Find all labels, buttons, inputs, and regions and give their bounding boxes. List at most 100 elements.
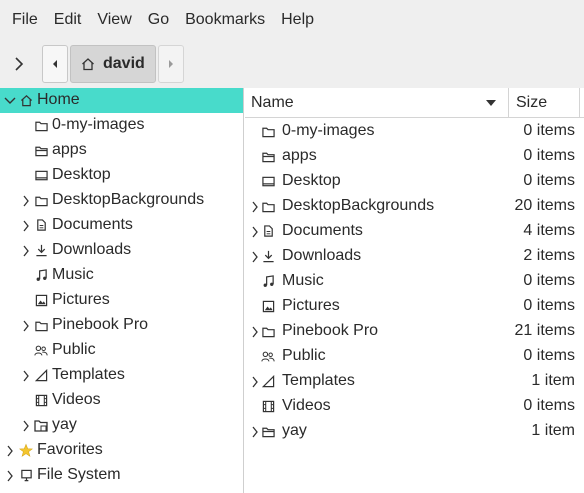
table-row[interactable]: Videos 0 items [245,394,584,419]
table-row[interactable]: Templates 1 item [245,369,584,394]
file-size: 1 item [531,372,575,389]
table-row[interactable]: Music 0 items [245,269,584,294]
chevron-right-icon[interactable] [249,319,261,344]
chevron-right-icon[interactable] [249,244,261,269]
column-name-header[interactable]: Name [245,88,509,118]
sidebar-item-yay[interactable]: yay [0,413,243,438]
sidebar-item-favorites[interactable]: Favorites [0,438,243,463]
sidebar-item-templates[interactable]: Templates [0,363,243,388]
file-size: 0 items [523,147,575,164]
sidebar-item-music[interactable]: Music [0,263,243,288]
menu-bookmarks[interactable]: Bookmarks [177,0,273,40]
file-name: Documents [282,222,363,239]
file-name: Desktop [282,172,341,189]
sidebar-item-pictures[interactable]: Pictures [0,288,243,313]
file-size: 0 items [523,347,575,364]
file-size: 2 items [523,247,575,264]
sidebar-item-label: Videos [52,391,101,408]
chevron-right-icon[interactable] [20,188,32,213]
file-name: yay [282,422,307,439]
download-icon [34,238,48,263]
file-name: Pinebook Pro [282,322,379,339]
triangle-left-icon [51,59,59,69]
folder-special-icon [34,413,48,438]
table-row[interactable]: Downloads 2 items [245,244,584,269]
menu-view[interactable]: View [89,0,139,40]
file-size: 0 items [523,172,575,189]
home-icon [81,57,95,71]
sidebar-item-file-system[interactable]: File System [0,463,243,488]
table-row[interactable]: yay 1 item [245,419,584,444]
sidebar-item-home[interactable]: Home [0,88,243,113]
table-row[interactable]: Public 0 items [245,344,584,369]
chevron-right-icon[interactable] [20,313,32,338]
breadcrumb-label: david [103,55,145,72]
sidebar-toggle-button[interactable] [0,40,38,88]
file-name: apps [282,147,317,164]
chevron-right-icon[interactable] [20,363,32,388]
sidebar-item-label: Downloads [52,241,132,258]
sidebar-item-desktopbackgrounds[interactable]: DesktopBackgrounds [0,188,243,213]
column-name-label: Name [251,94,294,111]
sidebar-item-desktop[interactable]: Desktop [0,163,243,188]
file-name: Templates [282,372,355,389]
sidebar-item-label: Desktop [52,166,111,183]
sidebar-item-label: apps [52,141,87,158]
column-size-header[interactable]: Size [510,88,580,118]
triangle-right-icon [167,59,175,69]
chevron-right-icon[interactable] [4,463,16,488]
menu-file[interactable]: File [4,0,46,40]
chevron-right-icon[interactable] [249,419,261,444]
chevron-right-icon[interactable] [20,413,32,438]
chevron-right-icon[interactable] [249,369,261,394]
chevron-right-icon[interactable] [20,213,32,238]
pictures-icon [261,294,275,319]
sidebar-item-downloads[interactable]: Downloads [0,238,243,263]
breadcrumb-scroll-left-button[interactable] [42,45,68,83]
sidebar-item-apps[interactable]: apps [0,138,243,163]
breadcrumb-current[interactable]: david [70,45,156,83]
file-size: 0 items [523,297,575,314]
chevron-right-icon[interactable] [249,219,261,244]
menu-bar: File Edit View Go Bookmarks Help [0,0,584,40]
menu-go[interactable]: Go [140,0,177,40]
file-name: Downloads [282,247,362,264]
chevron-down-icon[interactable] [4,88,16,113]
folder-open-icon [261,419,275,444]
documents-icon [261,219,275,244]
music-icon [261,269,275,294]
chevron-right-icon[interactable] [249,194,261,219]
file-size: 0 items [523,272,575,289]
sidebar-item-documents[interactable]: Documents [0,213,243,238]
file-list[interactable]: Name Size 0-my-images 0 items apps 0 items D… [245,88,584,493]
file-name: DesktopBackgrounds [282,197,435,214]
table-row[interactable]: DesktopBackgrounds 20 items [245,194,584,219]
sidebar-item-videos[interactable]: Videos [0,388,243,413]
file-name: 0-my-images [282,122,375,139]
sidebar-item-public[interactable]: Public [0,338,243,363]
public-icon [34,338,48,363]
folder-icon [34,113,48,138]
chevron-right-icon[interactable] [20,238,32,263]
table-row[interactable]: 0-my-images 0 items [245,119,584,144]
sidebar-item-pinebook-pro[interactable]: Pinebook Pro [0,313,243,338]
sidebar-item-label: yay [52,416,77,433]
table-row[interactable]: Desktop 0 items [245,169,584,194]
table-row[interactable]: Pinebook Pro 21 items [245,319,584,344]
file-size: 20 items [514,197,575,214]
sidebar-item-label: 0-my-images [52,116,145,133]
videos-icon [34,388,48,413]
table-row[interactable]: Documents 4 items [245,219,584,244]
breadcrumb-scroll-right-button[interactable] [157,45,184,83]
folder-icon [34,313,48,338]
templates-icon [34,363,48,388]
menu-edit[interactable]: Edit [46,0,90,40]
sidebar-item-label: DesktopBackgrounds [52,191,205,208]
chevron-right-icon[interactable] [4,438,16,463]
music-icon [34,263,48,288]
sidebar-item-0-my-images[interactable]: 0-my-images [0,113,243,138]
table-row[interactable]: apps 0 items [245,144,584,169]
sidebar-tree[interactable]: Home 0-my-images apps Desktop DesktopBackgr… [0,88,244,493]
table-row[interactable]: Pictures 0 items [245,294,584,319]
menu-help[interactable]: Help [273,0,322,40]
